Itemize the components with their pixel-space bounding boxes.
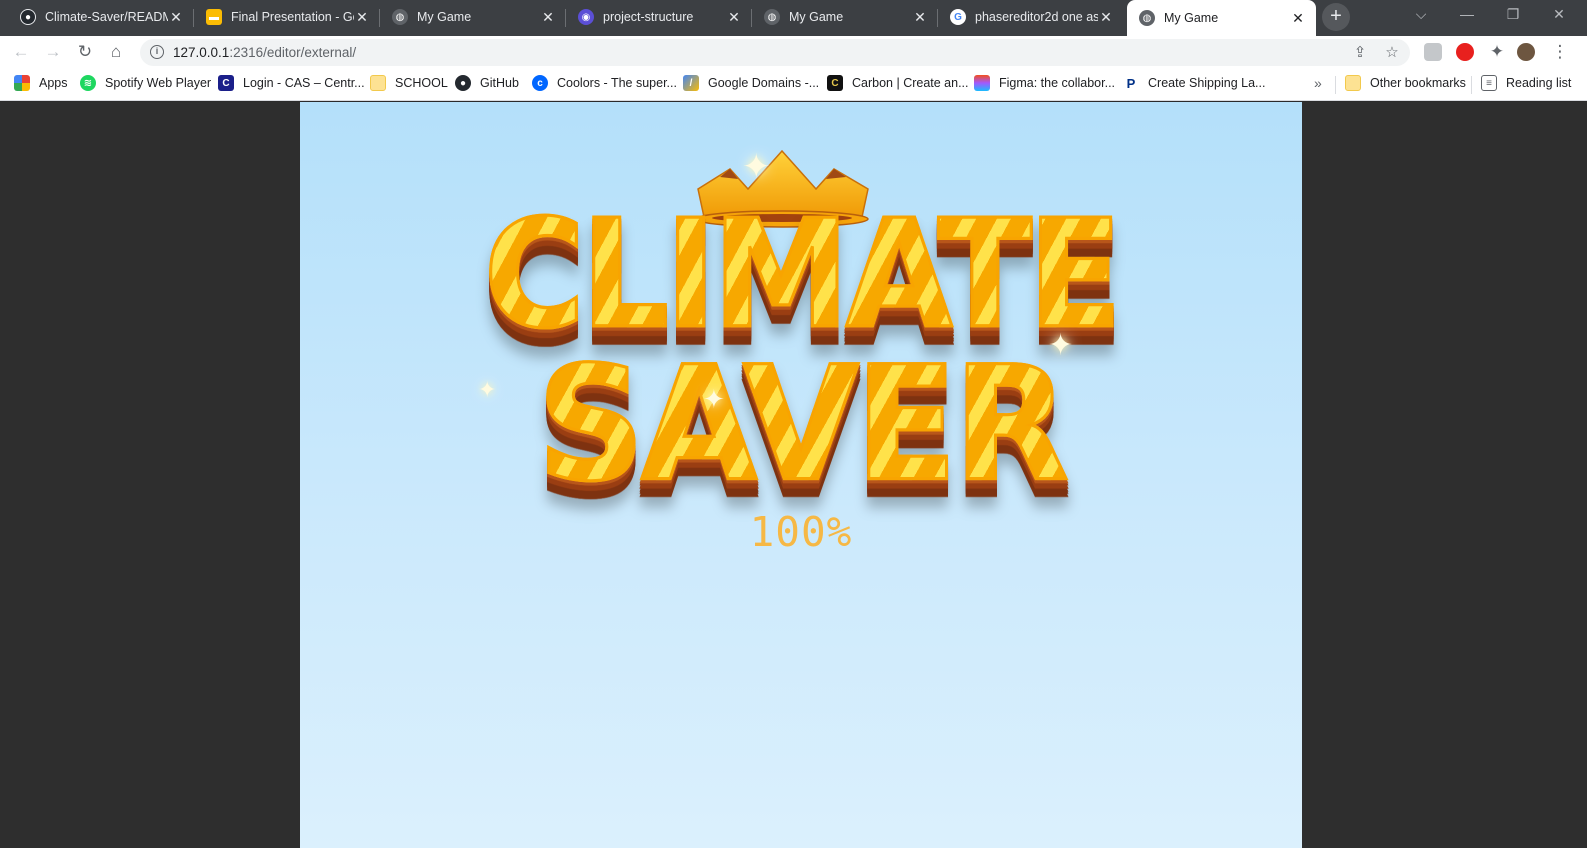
bookmark-label: Login - CAS – Centr... bbox=[243, 76, 365, 90]
tab-my-game-2[interactable]: ◍ My Game ✕ bbox=[752, 0, 938, 34]
close-icon[interactable]: ✕ bbox=[540, 9, 556, 26]
bookmark-apps[interactable]: Apps bbox=[14, 75, 68, 91]
page-viewport: CLIMATE SAVER ✦ ✦ ✦ ✦ 100% bbox=[0, 102, 1587, 848]
figma-icon: ◉ bbox=[578, 9, 594, 25]
bookmark-figma[interactable]: Figma: the collabor... bbox=[974, 75, 1115, 91]
star-icon[interactable]: ☆ bbox=[1382, 43, 1402, 63]
bookmark-label: Create Shipping La... bbox=[1148, 76, 1266, 90]
adblock-icon[interactable] bbox=[1456, 43, 1474, 61]
bookmark-label: Carbon | Create an... bbox=[852, 76, 969, 90]
close-icon[interactable]: ✕ bbox=[354, 9, 370, 26]
puzzle-icon[interactable]: ✦ bbox=[1485, 40, 1509, 64]
bookmarks-bar: Apps ≋ Spotify Web Player C Login - CAS … bbox=[0, 68, 1587, 101]
bookmark-label: SCHOOL bbox=[395, 76, 448, 90]
bookmark-label: GitHub bbox=[480, 76, 519, 90]
bookmark-coolors[interactable]: c Coolors - The super... bbox=[532, 75, 677, 91]
sparkle-icon: ✦ bbox=[1048, 329, 1074, 362]
tab-github-readme[interactable]: ● Climate-Saver/README ✕ bbox=[8, 0, 194, 34]
google-icon: G bbox=[950, 9, 966, 25]
menu-dots-icon[interactable]: ⋮ bbox=[1548, 40, 1572, 64]
github-icon: ● bbox=[455, 75, 471, 91]
close-icon[interactable]: ✕ bbox=[1290, 10, 1306, 27]
loading-progress-text: 100% bbox=[749, 508, 853, 556]
url-path: :2316/editor/external/ bbox=[229, 45, 357, 60]
tab-my-game-1[interactable]: ◍ My Game ✕ bbox=[380, 0, 566, 34]
back-icon[interactable]: ← bbox=[9, 40, 33, 64]
tab-my-game-active[interactable]: ◍ My Game ✕ bbox=[1127, 0, 1316, 36]
bookmark-label: Coolors - The super... bbox=[557, 76, 677, 90]
divider bbox=[1335, 76, 1336, 94]
tab-final-presentation[interactable]: ▬ Final Presentation - Goo ✕ bbox=[194, 0, 380, 34]
minimize-icon[interactable]: — bbox=[1452, 6, 1482, 22]
tab-project-structure[interactable]: ◉ project-structure ✕ bbox=[566, 0, 752, 34]
bookmark-spotify[interactable]: ≋ Spotify Web Player bbox=[80, 75, 211, 91]
tab-title: My Game bbox=[417, 10, 472, 24]
reload-icon[interactable]: ↻ bbox=[73, 40, 97, 64]
tab-title: Climate-Saver/README bbox=[45, 10, 168, 24]
close-icon[interactable]: ✕ bbox=[912, 9, 928, 26]
sparkle-icon: ✦ bbox=[703, 384, 725, 414]
globe-icon: ◍ bbox=[764, 9, 780, 25]
sparkle-icon: ✦ bbox=[478, 377, 497, 402]
tab-title: Final Presentation - Goo bbox=[231, 10, 354, 24]
close-icon[interactable]: ✕ bbox=[168, 9, 184, 26]
browser-toolbar: ← → ↻ ⌂ i 127.0.0.1:2316/editor/external… bbox=[0, 36, 1587, 68]
home-icon[interactable]: ⌂ bbox=[104, 40, 128, 64]
bookmark-school-folder[interactable]: SCHOOL bbox=[370, 75, 448, 91]
address-bar[interactable]: i 127.0.0.1:2316/editor/external/ ⇪ ☆ bbox=[140, 39, 1410, 66]
globe-icon: ◍ bbox=[1139, 10, 1155, 26]
bookmark-other-folder[interactable]: Other bookmarks bbox=[1345, 75, 1466, 91]
tab-title: project-structure bbox=[603, 10, 694, 24]
reading-list-button[interactable]: ≡ Reading list bbox=[1481, 75, 1571, 91]
cas-icon: C bbox=[218, 75, 234, 91]
bookmark-carbon[interactable]: C Carbon | Create an... bbox=[827, 75, 969, 91]
tab-title: phasereditor2d one ass bbox=[975, 10, 1098, 24]
folder-icon bbox=[370, 75, 386, 91]
bookmark-paypal[interactable]: P Create Shipping La... bbox=[1123, 75, 1265, 91]
apps-grid-icon bbox=[14, 75, 30, 91]
tab-title: My Game bbox=[1164, 11, 1219, 25]
carbon-icon: C bbox=[827, 75, 843, 91]
reading-list-icon: ≡ bbox=[1481, 75, 1497, 91]
folder-icon bbox=[1345, 75, 1361, 91]
globe-icon: ◍ bbox=[392, 9, 408, 25]
bookmark-label: Reading list bbox=[1506, 76, 1572, 90]
google-domains-icon: / bbox=[683, 75, 699, 91]
tab-phasereditor-search[interactable]: G phasereditor2d one ass ✕ bbox=[938, 0, 1124, 34]
avatar[interactable] bbox=[1517, 43, 1535, 61]
github-icon: ● bbox=[20, 9, 36, 25]
bookmarks-overflow-button[interactable]: » bbox=[1314, 75, 1322, 91]
bookmark-google-domains[interactable]: / Google Domains -... bbox=[683, 75, 819, 91]
bookmark-label: Apps bbox=[39, 76, 68, 90]
url-host: 127.0.0.1 bbox=[173, 45, 230, 60]
new-tab-button[interactable]: + bbox=[1322, 3, 1350, 31]
bookmark-label: Google Domains -... bbox=[708, 76, 820, 90]
slides-icon: ▬ bbox=[206, 9, 222, 25]
bookmark-label: Figma: the collabor... bbox=[999, 76, 1116, 90]
bookmark-label: Other bookmarks bbox=[1370, 76, 1466, 90]
extension-icon[interactable] bbox=[1424, 43, 1442, 61]
bookmark-github[interactable]: ● GitHub bbox=[455, 75, 519, 91]
divider bbox=[1471, 76, 1472, 94]
site-info-icon[interactable]: i bbox=[150, 45, 164, 59]
spotify-icon: ≋ bbox=[80, 75, 96, 91]
game-canvas[interactable]: CLIMATE SAVER ✦ ✦ ✦ ✦ 100% bbox=[300, 102, 1302, 848]
window-close-icon[interactable]: ✕ bbox=[1544, 6, 1574, 23]
bookmark-label: Spotify Web Player bbox=[105, 76, 212, 90]
url-text: 127.0.0.1:2316/editor/external/ bbox=[173, 45, 356, 60]
tab-title: My Game bbox=[789, 10, 844, 24]
restore-icon[interactable]: ❐ bbox=[1498, 6, 1528, 23]
coolors-icon: c bbox=[532, 75, 548, 91]
bookmark-cas-login[interactable]: C Login - CAS – Centr... bbox=[218, 75, 365, 91]
logo-title-line2: SAVER bbox=[300, 332, 1302, 518]
tab-search-icon[interactable]: ⌵ bbox=[1406, 6, 1436, 23]
close-icon[interactable]: ✕ bbox=[1098, 9, 1114, 26]
close-icon[interactable]: ✕ bbox=[726, 9, 742, 26]
figma-icon bbox=[974, 75, 990, 91]
paypal-icon: P bbox=[1123, 75, 1139, 91]
share-icon[interactable]: ⇪ bbox=[1350, 43, 1370, 63]
forward-icon[interactable]: → bbox=[41, 40, 65, 64]
sparkle-icon: ✦ bbox=[742, 148, 771, 186]
